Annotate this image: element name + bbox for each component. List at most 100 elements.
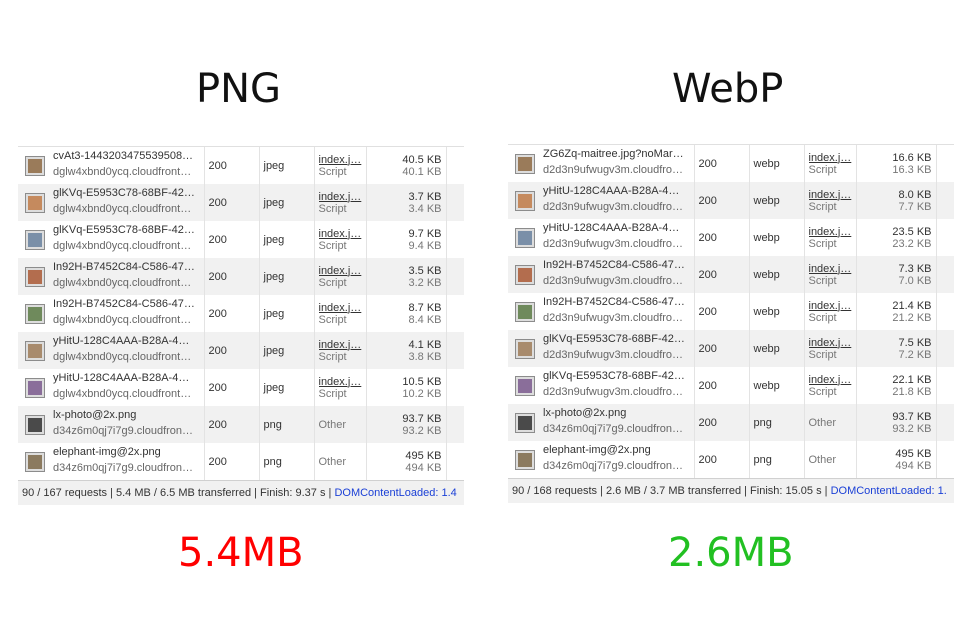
initiator-cell: Other: [314, 443, 367, 480]
image-thumbnail-icon: [515, 154, 535, 174]
size-cell: 3.7 KB 3.4 KB: [366, 184, 447, 221]
request-row[interactable]: lx-photo@2x.png d34z6m0qj7i7g9.cloudfron……: [18, 406, 464, 443]
name-cell: glKVq-E5953C78-68BF-42… dglw4xbnd0ycq.clo…: [18, 221, 205, 258]
size-cell: 7.3 KB 7.0 KB: [856, 256, 937, 293]
status-cell: 200: [204, 221, 260, 258]
size-cell: 93.7 KB 93.2 KB: [856, 404, 937, 441]
type-cell: jpeg: [259, 295, 315, 332]
size-cell: 4.1 KB 3.8 KB: [366, 332, 447, 369]
content-size: 40.1 KB: [402, 165, 442, 178]
status-cell: 200: [694, 182, 750, 219]
size-cell: 7.5 KB 7.2 KB: [856, 330, 937, 367]
name-cell: In92H-B7452C84-C586-47… dglw4xbnd0ycq.clo…: [18, 258, 205, 295]
png-total-size: 5.4MB: [178, 530, 304, 576]
trailing-cell: [936, 441, 954, 478]
status-cell: 200: [694, 330, 750, 367]
request-name: yHitU-128C4AAA-B28A-4…: [53, 372, 190, 384]
status-cell: 200: [204, 369, 260, 406]
content-size: 10.2 KB: [402, 387, 442, 400]
name-cell: elephant-img@2x.png d34z6m0qj7i7g9.cloudf…: [508, 441, 695, 478]
size-cell: 22.1 KB 21.8 KB: [856, 367, 937, 404]
initiator-link[interactable]: index.j…: [809, 300, 852, 312]
content-size: 3.2 KB: [408, 276, 442, 289]
request-row[interactable]: yHitU-128C4AAA-B28A-4… d2d3n9ufwugv3m.clo…: [508, 182, 954, 219]
initiator-link[interactable]: index.j…: [319, 376, 362, 388]
initiator-link[interactable]: index.j…: [319, 154, 362, 166]
content-size: 23.2 KB: [892, 237, 932, 250]
transferred-size: 21.4 KB: [892, 299, 932, 312]
initiator-link[interactable]: index.j…: [809, 263, 852, 275]
trailing-cell: [446, 369, 464, 406]
request-row[interactable]: elephant-img@2x.png d34z6m0qj7i7g9.cloudf…: [508, 441, 954, 478]
type-cell: jpeg: [259, 147, 315, 184]
type-cell: png: [259, 443, 315, 480]
initiator-link[interactable]: index.j…: [809, 152, 852, 164]
png-network-panel: cvAt3-1443203475539508… dglw4xbnd0ycq.clo…: [18, 146, 464, 505]
type-cell: webp: [749, 145, 805, 182]
request-name: lx-photo@2x.png: [53, 409, 137, 421]
request-row[interactable]: yHitU-128C4AAA-B28A-4… d2d3n9ufwugv3m.clo…: [508, 219, 954, 256]
transferred-size: 7.3 KB: [898, 262, 932, 275]
request-row[interactable]: yHitU-128C4AAA-B28A-4… dglw4xbnd0ycq.clou…: [18, 332, 464, 369]
initiator-type: Script: [808, 237, 837, 250]
initiator-cell: index.j… Script: [804, 182, 857, 219]
request-domain: d2d3n9ufwugv3m.cloudfro…: [543, 238, 684, 250]
request-row[interactable]: ZG6Zq-maitree.jpg?noMar… d2d3n9ufwugv3m.c…: [508, 145, 954, 182]
request-row[interactable]: glKVq-E5953C78-68BF-42… d2d3n9ufwugv3m.cl…: [508, 330, 954, 367]
initiator-link[interactable]: index.j…: [319, 339, 362, 351]
size-cell: 9.7 KB 9.4 KB: [366, 221, 447, 258]
initiator-type: Script: [808, 163, 837, 176]
initiator-link[interactable]: index.j…: [319, 228, 362, 240]
initiator-cell: index.j… Script: [314, 295, 367, 332]
png-requests-table: cvAt3-1443203475539508… dglw4xbnd0ycq.clo…: [18, 147, 464, 480]
initiator-link[interactable]: index.j…: [809, 337, 852, 349]
request-domain: d2d3n9ufwugv3m.cloudfro…: [543, 349, 684, 361]
initiator-cell: Other: [804, 404, 857, 441]
name-cell: yHitU-128C4AAA-B28A-4… d2d3n9ufwugv3m.clo…: [508, 182, 695, 219]
request-row[interactable]: In92H-B7452C84-C586-47… d2d3n9ufwugv3m.cl…: [508, 293, 954, 330]
transferred-size: 495 KB: [405, 449, 442, 462]
initiator-type: Script: [318, 202, 347, 215]
request-row[interactable]: In92H-B7452C84-C586-47… dglw4xbnd0ycq.clo…: [18, 295, 464, 332]
status-cell: 200: [204, 295, 260, 332]
initiator-link[interactable]: index.j…: [809, 374, 852, 386]
request-row[interactable]: elephant-img@2x.png d34z6m0qj7i7g9.cloudf…: [18, 443, 464, 480]
initiator-link[interactable]: index.j…: [319, 302, 362, 314]
request-domain: dglw4xbnd0ycq.cloudfront…: [53, 166, 192, 178]
request-row[interactable]: glKVq-E5953C78-68BF-42… dglw4xbnd0ycq.clo…: [18, 221, 464, 258]
request-domain: d2d3n9ufwugv3m.cloudfro…: [543, 201, 684, 213]
initiator-type: Script: [318, 313, 347, 326]
initiator-type: Script: [318, 350, 347, 363]
request-row[interactable]: lx-photo@2x.png d34z6m0qj7i7g9.cloudfron……: [508, 404, 954, 441]
image-thumbnail-icon: [515, 191, 535, 211]
initiator-type: Script: [808, 348, 837, 361]
request-row[interactable]: cvAt3-1443203475539508… dglw4xbnd0ycq.clo…: [18, 147, 464, 184]
webp-requests-table: ZG6Zq-maitree.jpg?noMar… d2d3n9ufwugv3m.c…: [508, 145, 954, 478]
content-size: 3.4 KB: [408, 202, 442, 215]
transferred-size: 9.7 KB: [408, 227, 442, 240]
initiator-link[interactable]: index.j…: [319, 265, 362, 277]
status-cell: 200: [694, 367, 750, 404]
request-row[interactable]: glKVq-E5953C78-68BF-42… d2d3n9ufwugv3m.cl…: [508, 367, 954, 404]
request-row[interactable]: yHitU-128C4AAA-B28A-4… dglw4xbnd0ycq.clou…: [18, 369, 464, 406]
image-thumbnail-icon: [515, 228, 535, 248]
trailing-cell: [446, 406, 464, 443]
initiator-cell: Other: [804, 441, 857, 478]
image-thumbnail-icon: [25, 378, 45, 398]
request-row[interactable]: In92H-B7452C84-C586-47… dglw4xbnd0ycq.clo…: [18, 258, 464, 295]
name-cell: yHitU-128C4AAA-B28A-4… d2d3n9ufwugv3m.clo…: [508, 219, 695, 256]
type-cell: webp: [749, 219, 805, 256]
initiator-type: Script: [318, 239, 347, 252]
size-cell: 40.5 KB 40.1 KB: [366, 147, 447, 184]
request-name: glKVq-E5953C78-68BF-42…: [543, 370, 685, 382]
request-name: In92H-B7452C84-C586-47…: [543, 259, 685, 271]
trailing-cell: [446, 221, 464, 258]
image-thumbnail-icon: [25, 304, 45, 324]
request-row[interactable]: glKVq-E5953C78-68BF-42… dglw4xbnd0ycq.clo…: [18, 184, 464, 221]
initiator-link[interactable]: index.j…: [319, 191, 362, 203]
name-cell: yHitU-128C4AAA-B28A-4… dglw4xbnd0ycq.clou…: [18, 332, 205, 369]
initiator-link[interactable]: index.j…: [809, 226, 852, 238]
initiator-link[interactable]: index.j…: [809, 189, 852, 201]
type-cell: webp: [749, 256, 805, 293]
request-row[interactable]: In92H-B7452C84-C586-47… d2d3n9ufwugv3m.cl…: [508, 256, 954, 293]
